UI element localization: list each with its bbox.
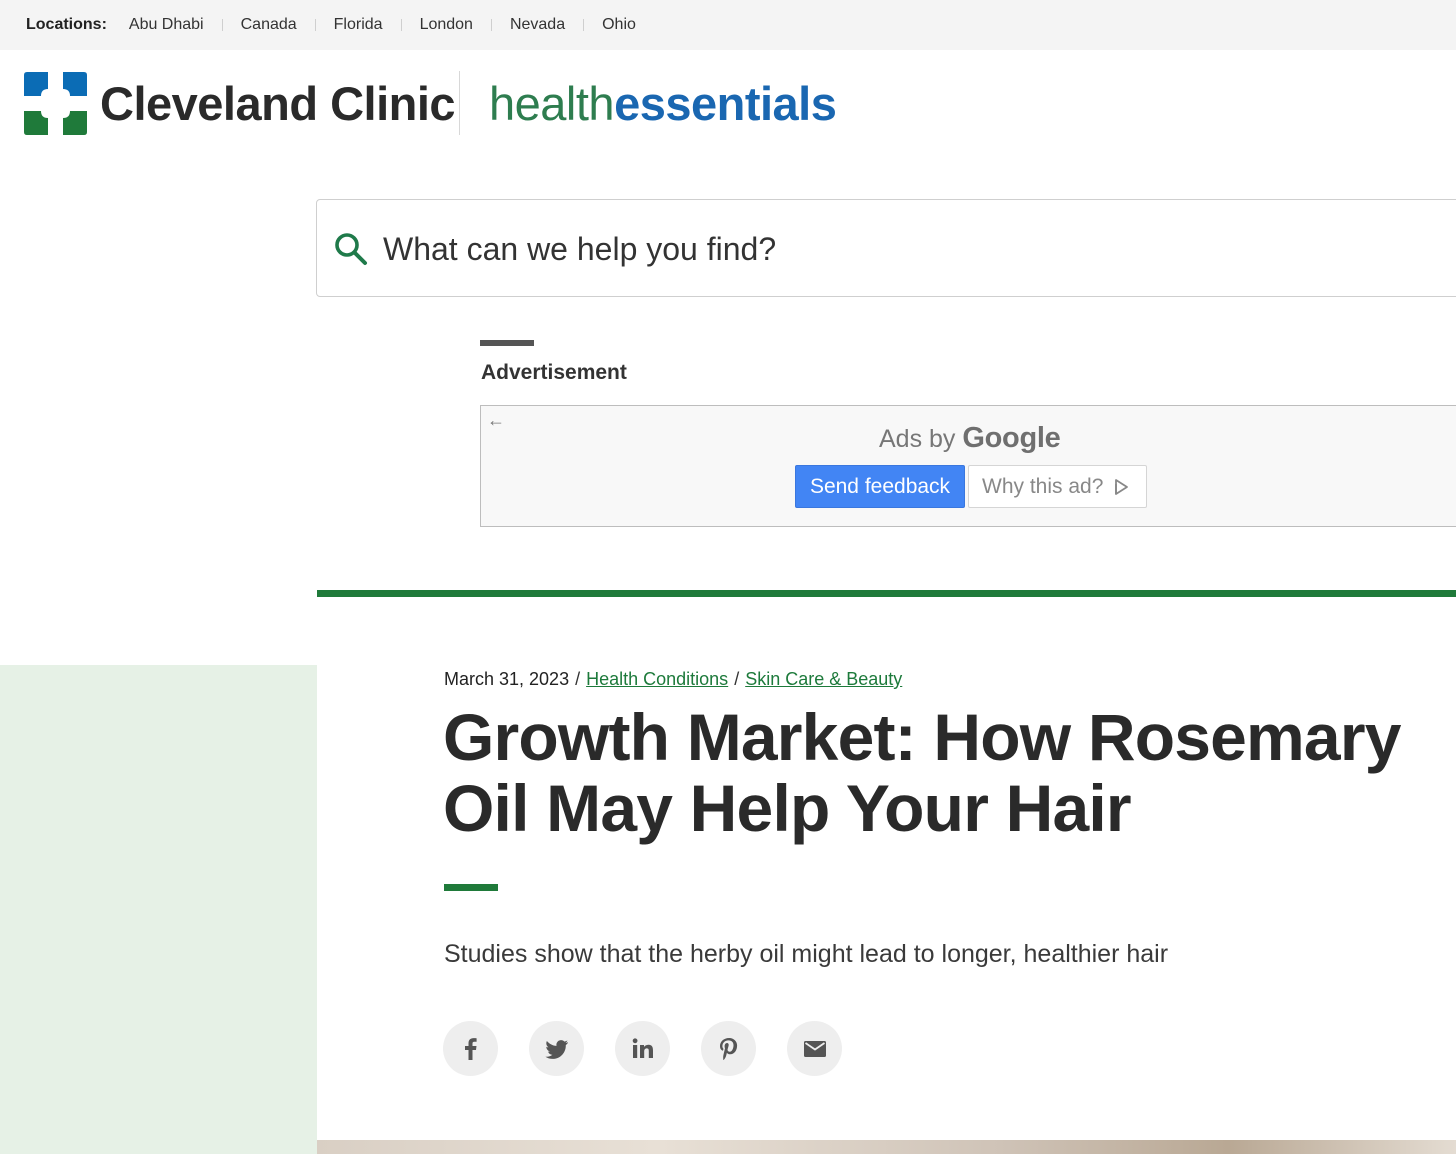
pinterest-icon bbox=[719, 1037, 737, 1060]
advertisement-label: Advertisement bbox=[481, 361, 627, 384]
share-buttons bbox=[443, 1021, 873, 1076]
location-divider bbox=[583, 19, 585, 31]
share-linkedin-button[interactable] bbox=[615, 1021, 670, 1076]
header-divider bbox=[459, 71, 460, 135]
location-link-florida[interactable]: Florida bbox=[334, 16, 383, 34]
adchoices-icon bbox=[1115, 478, 1129, 495]
article-date: March 31, 2023 bbox=[444, 669, 570, 689]
back-arrow-icon[interactable]: ← bbox=[487, 410, 505, 430]
share-facebook-button[interactable] bbox=[443, 1021, 498, 1076]
search-input[interactable] bbox=[383, 224, 1283, 274]
location-divider bbox=[221, 19, 223, 31]
ads-by-text: Ads by bbox=[879, 425, 956, 453]
why-this-ad-button[interactable]: Why this ad? bbox=[968, 465, 1147, 508]
search-icon[interactable] bbox=[334, 232, 368, 266]
email-icon bbox=[803, 1040, 826, 1057]
section-divider-rule bbox=[317, 590, 1456, 597]
breadcrumb-separator: / bbox=[734, 669, 740, 689]
location-link-canada[interactable]: Canada bbox=[241, 16, 297, 34]
location-link-london[interactable]: London bbox=[420, 16, 473, 34]
health-essentials-health-text: health bbox=[489, 77, 615, 130]
cleveland-clinic-logo-icon[interactable] bbox=[24, 72, 87, 135]
location-divider bbox=[490, 19, 492, 31]
send-feedback-button[interactable]: Send feedback bbox=[795, 465, 965, 508]
category-link-health-conditions[interactable]: Health Conditions bbox=[586, 669, 728, 689]
why-this-ad-label: Why this ad? bbox=[982, 475, 1104, 498]
ads-by-google: Ads by Google bbox=[879, 422, 1061, 455]
side-tint-panel bbox=[0, 665, 317, 1154]
facebook-icon bbox=[464, 1037, 477, 1060]
share-twitter-button[interactable] bbox=[529, 1021, 584, 1076]
article-title: Growth Market: How Rosemary Oil May Help… bbox=[443, 700, 1401, 845]
health-essentials-essentials-text: essentials bbox=[614, 77, 837, 130]
location-link-ohio[interactable]: Ohio bbox=[602, 16, 636, 34]
locations-bar: Locations: Abu Dhabi Canada Florida Lond… bbox=[0, 0, 1456, 50]
location-divider bbox=[314, 19, 316, 31]
linkedin-icon bbox=[632, 1037, 653, 1058]
share-pinterest-button[interactable] bbox=[701, 1021, 756, 1076]
site-header: Cleveland Clinic healthessentials bbox=[0, 50, 1456, 160]
title-accent-rule bbox=[444, 884, 498, 891]
google-wordmark: Google bbox=[962, 422, 1061, 454]
location-link-abu-dhabi[interactable]: Abu Dhabi bbox=[129, 16, 204, 34]
twitter-icon bbox=[544, 1039, 568, 1059]
category-link-skin-care-beauty[interactable]: Skin Care & Beauty bbox=[745, 669, 902, 689]
share-email-button[interactable] bbox=[787, 1021, 842, 1076]
location-divider bbox=[400, 19, 402, 31]
advertisement-rule bbox=[480, 340, 534, 346]
cleveland-clinic-wordmark[interactable]: Cleveland Clinic bbox=[100, 76, 456, 132]
locations-label: Locations: bbox=[26, 16, 107, 33]
breadcrumb-separator: / bbox=[575, 669, 581, 689]
article-meta: March 31, 2023/Health Conditions / Skin Ca… bbox=[444, 669, 902, 690]
search-bar bbox=[316, 199, 1456, 297]
health-essentials-wordmark[interactable]: healthessentials bbox=[489, 76, 837, 132]
location-link-nevada[interactable]: Nevada bbox=[510, 16, 565, 34]
hero-image bbox=[317, 1140, 1456, 1154]
ad-container: ← Ads by Google Send feedback Why this a… bbox=[480, 405, 1456, 527]
article-subtitle: Studies show that the herby oil might le… bbox=[444, 940, 1169, 968]
